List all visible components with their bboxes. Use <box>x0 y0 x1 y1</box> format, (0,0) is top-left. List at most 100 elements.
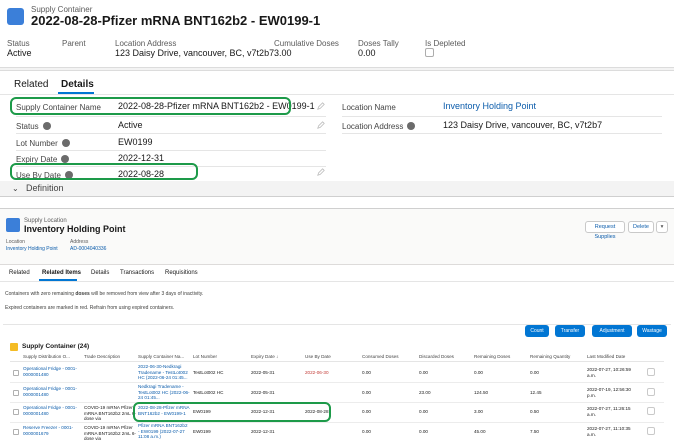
header-link-address[interactable]: AD-0004040336 <box>70 246 106 252</box>
field-label-status: Status <box>16 121 51 131</box>
cell-expiry: 2022-12-31 <box>251 429 275 434</box>
location-name-link[interactable]: Inventory Holding Point <box>443 101 536 111</box>
tab-transactions[interactable]: Transactions <box>120 270 154 276</box>
supply-location-record: Supply Location Inventory Holding Point … <box>0 208 674 446</box>
field-label-location-address: Location Address <box>342 121 416 131</box>
column-header[interactable]: Expiry Date ↓ <box>251 354 278 359</box>
cell-lot: TestLot002 HC <box>193 390 224 395</box>
cell-distribution-link[interactable]: Operational Fridge - 0001-0000001480 <box>23 405 79 416</box>
info-icon[interactable] <box>61 138 70 147</box>
cell-container-link[interactable]: Nedkragi Tradename - TestLot002 HC (2022… <box>138 384 190 401</box>
cell-consumed: 0.00 <box>362 370 371 375</box>
edit-pencil-icon[interactable] <box>317 121 325 129</box>
adjustment-button[interactable]: Adjustment <box>592 325 632 337</box>
cell-trade: COVID-19 mRNA Pfizer mRNA BNT162b2 2mL 6… <box>84 405 136 421</box>
row-checkbox[interactable] <box>13 370 19 376</box>
record-title: 2022-08-28-Pfizer mRNA BNT162b2 - EW0199… <box>31 13 321 28</box>
field-label-lot-number: Lot Number <box>16 138 70 148</box>
cell-modified: 2022-07-27, 11:10:35 a.m. <box>587 426 631 437</box>
tab-details[interactable]: Details <box>61 79 94 90</box>
highlight-value-cumulative-doses: 3.00 <box>274 48 292 58</box>
count-button[interactable]: Count <box>525 325 549 337</box>
column-header[interactable]: Supply Container Na... <box>138 354 184 359</box>
column-header[interactable]: Lot Number <box>193 354 217 359</box>
chevron-down-icon[interactable]: ⌄ <box>12 184 19 193</box>
highlight-value-location-address: 123 Daisy Drive, vancouver, BC, v7t2b7 <box>115 48 275 58</box>
cell-distribution-link[interactable]: Operational Fridge - 0001-0000001480 <box>23 386 79 397</box>
lot-number-label-text: Lot Number <box>16 139 58 148</box>
highlight-value-status: Active <box>7 48 32 58</box>
cell-remaining-doses: 3.00 <box>474 409 483 414</box>
row-actions-menu[interactable] <box>647 368 655 376</box>
row-checkbox[interactable] <box>13 390 19 396</box>
notice-text: Containers with zero remaining <box>5 291 76 297</box>
row-actions-menu[interactable] <box>647 407 655 415</box>
edit-pencil-icon[interactable] <box>317 168 325 176</box>
cell-expiry: 2022-05-31 <box>251 390 275 395</box>
highlight-label-is-depleted: Is Depleted <box>425 39 466 48</box>
field-divider <box>342 133 662 134</box>
row-actions-menu[interactable] <box>647 388 655 396</box>
column-header[interactable]: Consumed Doses <box>362 354 399 359</box>
column-header[interactable]: Supply Distribution O... <box>23 354 70 359</box>
location-header <box>0 209 674 265</box>
field-divider <box>16 150 326 151</box>
info-icon[interactable] <box>42 121 51 130</box>
tab-related-items[interactable]: Related Items <box>42 270 81 276</box>
row-divider <box>10 382 664 383</box>
tab-related[interactable]: Related <box>9 270 30 276</box>
column-header[interactable]: Use By Date <box>305 354 331 359</box>
cell-discarded: 0.00 <box>419 370 428 375</box>
highlight-label-location-address: Location Address <box>115 39 177 48</box>
highlight-box-container-name <box>10 97 291 115</box>
chevron-down-icon[interactable]: ▾ <box>656 221 668 233</box>
cell-container-link[interactable]: Pfizer mRNA BNT162b2 - EW0199 (2022-07-2… <box>138 423 190 440</box>
info-icon[interactable] <box>61 154 70 163</box>
column-header[interactable]: Last Modified Date <box>587 354 625 359</box>
edit-pencil-icon[interactable] <box>317 102 325 110</box>
row-checkbox[interactable] <box>13 429 19 435</box>
column-header[interactable]: Trade Description <box>84 354 120 359</box>
tab-requisitions[interactable]: Requisitions <box>165 270 198 276</box>
definition-section-header[interactable] <box>0 181 674 196</box>
notice-text-end: will be removed from view after 3 days o… <box>89 291 204 297</box>
cell-consumed: 0.00 <box>362 390 371 395</box>
column-header[interactable]: Discarded Doses <box>419 354 454 359</box>
transfer-button[interactable]: Transfer <box>555 325 585 337</box>
expired-notice: Expired containers are marked in red. Re… <box>5 305 175 311</box>
header-link-location[interactable]: Inventory Holding Point <box>6 246 58 252</box>
highlight-box-use-by-date <box>10 163 198 180</box>
inactivity-notice: Containers with zero remaining doses wil… <box>5 291 203 297</box>
related-list-title[interactable]: Supply Container (24) <box>22 343 89 350</box>
field-divider <box>342 116 662 117</box>
cell-modified: 2022-07-27, 10:26:59 a.m. <box>587 367 631 378</box>
tab-details[interactable]: Details <box>91 270 109 276</box>
cell-remaining-qty: 12.45 <box>530 390 542 395</box>
cell-expiry: 2022-05-31 <box>251 370 275 375</box>
cell-remaining-qty: 0.50 <box>530 409 539 414</box>
row-checkbox[interactable] <box>13 409 19 415</box>
row-actions-menu[interactable] <box>647 427 655 435</box>
cell-remaining-doses: 124.50 <box>474 390 489 395</box>
wastage-button[interactable]: Wastage <box>637 325 667 337</box>
field-value-location-address: 123 Daisy Drive, vancouver, BC, v7t2b7 <box>443 120 603 130</box>
column-header[interactable]: Remaining Doses <box>474 354 510 359</box>
cell-lot: EW0199 <box>193 429 211 434</box>
highlight-label-doses-tally: Doses Tally <box>358 39 399 48</box>
request-supplies-button[interactable]: Request Supplies <box>585 221 625 240</box>
cell-consumed: 0.00 <box>362 429 371 434</box>
record-header <box>0 0 674 68</box>
status-label-text: Status <box>16 122 39 131</box>
cell-discarded: 0.00 <box>419 409 428 414</box>
column-header[interactable]: Remaining Quantity <box>530 354 570 359</box>
delete-button[interactable]: Delete <box>628 221 654 233</box>
tab-related[interactable]: Related <box>14 79 48 90</box>
supply-container-record: Supply Container 2022-08-28-Pfizer mRNA … <box>0 0 674 197</box>
cell-remaining-qty: 7.50 <box>530 429 539 434</box>
cell-distribution-link[interactable]: Operational Fridge - 0001-0000001480 <box>23 366 79 377</box>
info-icon[interactable] <box>407 121 416 130</box>
cell-container-link[interactable]: 2022-06-30-Nedkragi Tradename - TestLot0… <box>138 364 190 381</box>
cell-consumed: 0.00 <box>362 409 371 414</box>
cell-discarded: 23.00 <box>419 390 431 395</box>
cell-distribution-link[interactable]: Reserve Freezer - 0001-0000001679 <box>23 425 79 436</box>
